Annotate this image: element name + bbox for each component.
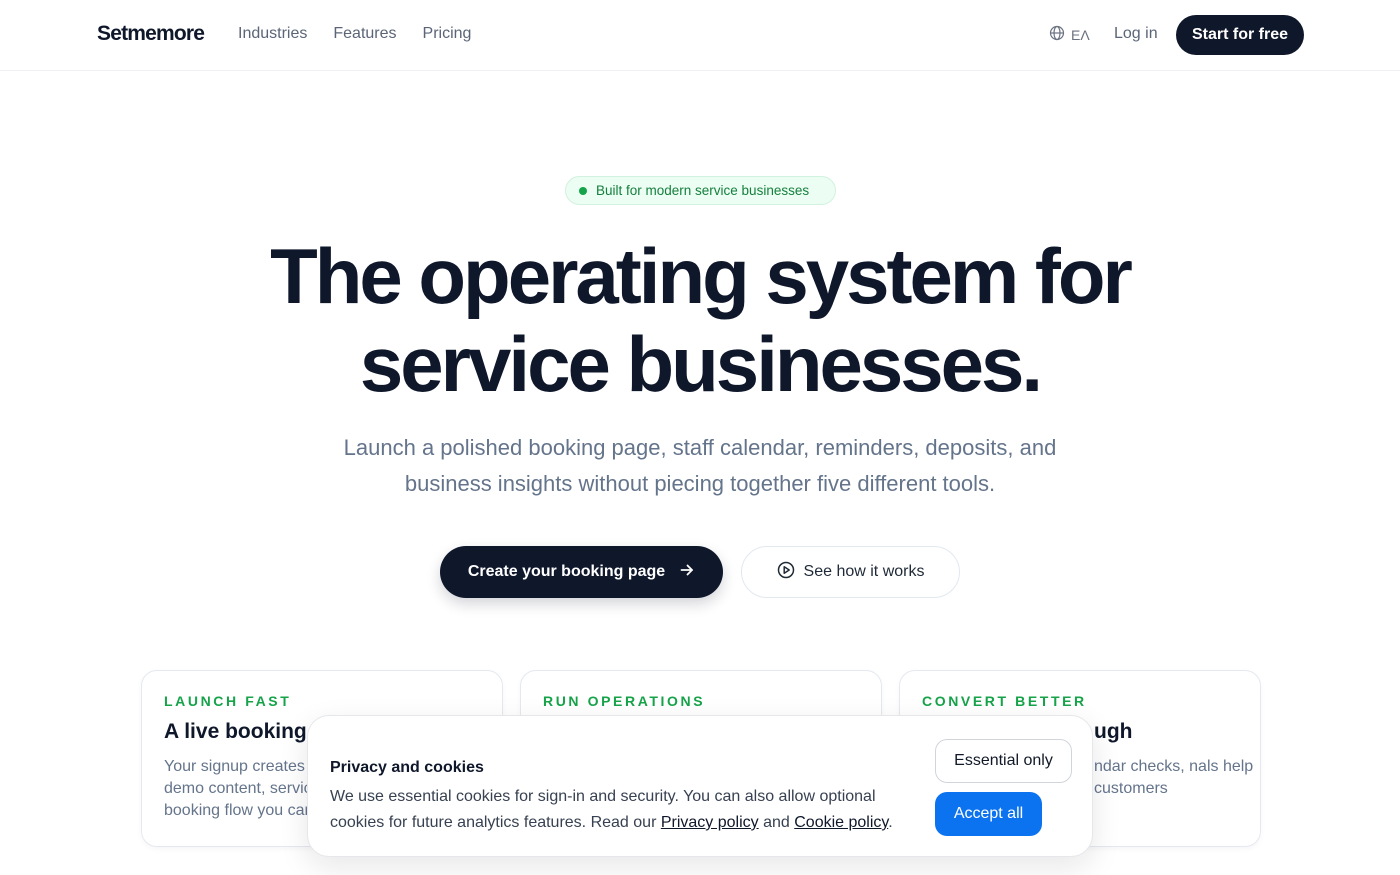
language-switcher[interactable]: EΛ — [1049, 25, 1090, 44]
cookie-banner-text: We use essential cookies for sign-in and… — [330, 784, 910, 836]
feature-card-eyebrow: RUN OPERATIONS — [543, 693, 706, 709]
create-booking-page-label: Create your booking page — [467, 563, 666, 580]
feature-card-eyebrow: LAUNCH FAST — [164, 693, 292, 709]
hero-headline-line-1: The operating system for — [270, 232, 1133, 320]
hero-badge-label: Built for modern service businesses — [596, 183, 810, 198]
language-label: EΛ — [1071, 26, 1090, 43]
cookie-text-and: and — [758, 814, 795, 831]
globe-icon — [1049, 25, 1065, 44]
nav-pricing[interactable]: Pricing — [423, 25, 472, 43]
cookie-banner-title: Privacy and cookies — [330, 759, 484, 776]
see-how-it-works-button[interactable]: See how it works — [741, 546, 960, 598]
feature-card-body: Your signup creates demo content, servic… — [164, 758, 312, 819]
feature-card-eyebrow: CONVERT BETTER — [922, 693, 1087, 709]
privacy-policy-link[interactable]: Privacy policy — [661, 814, 759, 831]
logo[interactable]: Setmemore — [97, 22, 205, 46]
hero-badge: Built for modern service businesses — [565, 176, 836, 205]
accept-all-button[interactable]: Accept all — [935, 792, 1042, 836]
play-circle-icon — [777, 561, 795, 584]
status-dot-icon — [579, 186, 587, 195]
create-booking-page-button[interactable]: Create your booking page — [440, 546, 723, 598]
hero-headline-line-2: service businesses. — [359, 320, 1043, 408]
login-link[interactable]: Log in — [1114, 25, 1158, 43]
cookie-consent-banner: Privacy and cookies We use essential coo… — [307, 715, 1093, 857]
top-navigation-bar: Setmemore Industries Features Pricing EΛ… — [0, 0, 1400, 71]
cookie-policy-link[interactable]: Cookie policy — [794, 814, 888, 831]
nav-features[interactable]: Features — [333, 25, 396, 43]
see-how-it-works-label: See how it works — [803, 563, 925, 580]
hero-headline: The operating system for service busines… — [0, 232, 1400, 408]
hero-subheading: Launch a polished booking page, staff ca… — [343, 435, 1057, 496]
start-for-free-button[interactable]: Start for free — [1176, 15, 1304, 55]
nav-industries[interactable]: Industries — [238, 25, 307, 43]
main-nav: Industries Features Pricing — [238, 25, 471, 43]
cookie-text-suffix: . — [888, 814, 893, 831]
essential-only-button[interactable]: Essential only — [935, 739, 1072, 783]
arrow-right-icon — [679, 562, 695, 583]
